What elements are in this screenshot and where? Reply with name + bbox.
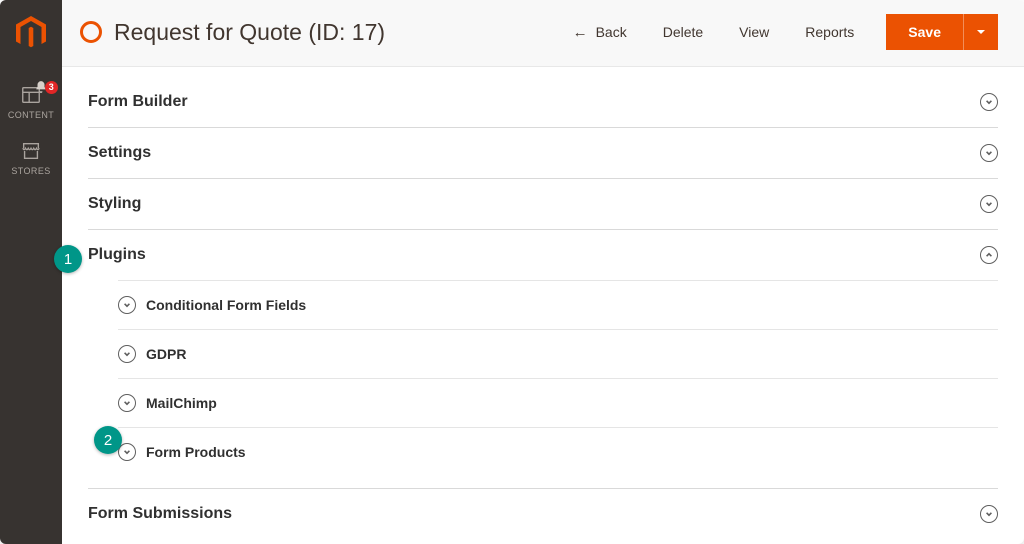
expand-icon bbox=[980, 93, 998, 111]
save-button[interactable]: Save bbox=[886, 14, 963, 50]
section-title: Settings bbox=[88, 144, 151, 162]
expand-icon bbox=[118, 296, 136, 314]
page-title-icon bbox=[80, 21, 102, 43]
expand-icon bbox=[118, 394, 136, 412]
section-title: Form Submissions bbox=[88, 505, 232, 523]
section-form-submissions[interactable]: Form Submissions bbox=[88, 488, 998, 539]
section-form-builder[interactable]: Form Builder bbox=[88, 93, 998, 128]
sub-title: Conditional Form Fields bbox=[146, 297, 306, 313]
plugins-subsection: Conditional Form Fields GDPR MailChimp F… bbox=[88, 280, 998, 476]
reports-button[interactable]: Reports bbox=[789, 16, 870, 48]
expand-icon bbox=[980, 144, 998, 162]
view-button[interactable]: View bbox=[723, 16, 785, 48]
sub-title: MailChimp bbox=[146, 395, 217, 411]
page-title: Request for Quote (ID: 17) bbox=[114, 19, 385, 46]
section-settings[interactable]: Settings bbox=[88, 128, 998, 179]
section-styling[interactable]: Styling bbox=[88, 179, 998, 230]
page-header: Request for Quote (ID: 17) ← Back Delete… bbox=[62, 0, 1024, 67]
admin-sidebar: CONTENT 3 STORES bbox=[0, 0, 62, 544]
back-button[interactable]: ← Back bbox=[557, 16, 643, 49]
sub-title: Form Products bbox=[146, 444, 246, 460]
app-frame: CONTENT 3 STORES Request for Quote (ID: … bbox=[0, 0, 1024, 544]
section-title: Form Builder bbox=[88, 93, 188, 111]
section-plugins[interactable]: Plugins bbox=[88, 230, 998, 280]
chevron-down-icon bbox=[976, 27, 986, 37]
sub-mailchimp[interactable]: MailChimp bbox=[118, 379, 998, 428]
sub-gdpr[interactable]: GDPR bbox=[118, 330, 998, 379]
sub-conditional-form-fields[interactable]: Conditional Form Fields bbox=[118, 280, 998, 330]
collapse-icon bbox=[980, 246, 998, 264]
sub-title: GDPR bbox=[146, 346, 186, 362]
expand-icon bbox=[980, 505, 998, 523]
stores-icon bbox=[20, 140, 42, 162]
view-label: View bbox=[739, 24, 769, 40]
callout-marker-1: 1 bbox=[54, 245, 82, 273]
main-panel: Request for Quote (ID: 17) ← Back Delete… bbox=[62, 0, 1024, 544]
callout-marker-2: 2 bbox=[94, 426, 122, 454]
back-arrow-icon: ← bbox=[573, 24, 588, 41]
delete-label: Delete bbox=[663, 24, 703, 40]
reports-label: Reports bbox=[805, 24, 854, 40]
notification-badge[interactable]: 3 bbox=[34, 80, 58, 94]
sidebar-item-label: STORES bbox=[11, 166, 50, 176]
sidebar-item-label: CONTENT bbox=[8, 110, 54, 120]
section-title: Styling bbox=[88, 195, 141, 213]
notification-count: 3 bbox=[45, 81, 58, 94]
back-label: Back bbox=[596, 24, 627, 40]
expand-icon bbox=[980, 195, 998, 213]
sub-form-products[interactable]: Form Products bbox=[118, 428, 998, 476]
section-title: Plugins bbox=[88, 246, 146, 264]
sidebar-item-stores[interactable]: STORES bbox=[0, 130, 62, 186]
save-dropdown-button[interactable] bbox=[963, 14, 998, 50]
content-area: Form Builder Settings Styling Plugins Co… bbox=[62, 67, 1024, 544]
expand-icon bbox=[118, 345, 136, 363]
magento-logo-icon[interactable] bbox=[16, 16, 46, 50]
sidebar-item-content[interactable]: CONTENT 3 bbox=[0, 74, 62, 130]
header-actions: ← Back Delete View Reports Save bbox=[557, 14, 998, 50]
delete-button[interactable]: Delete bbox=[647, 16, 719, 48]
